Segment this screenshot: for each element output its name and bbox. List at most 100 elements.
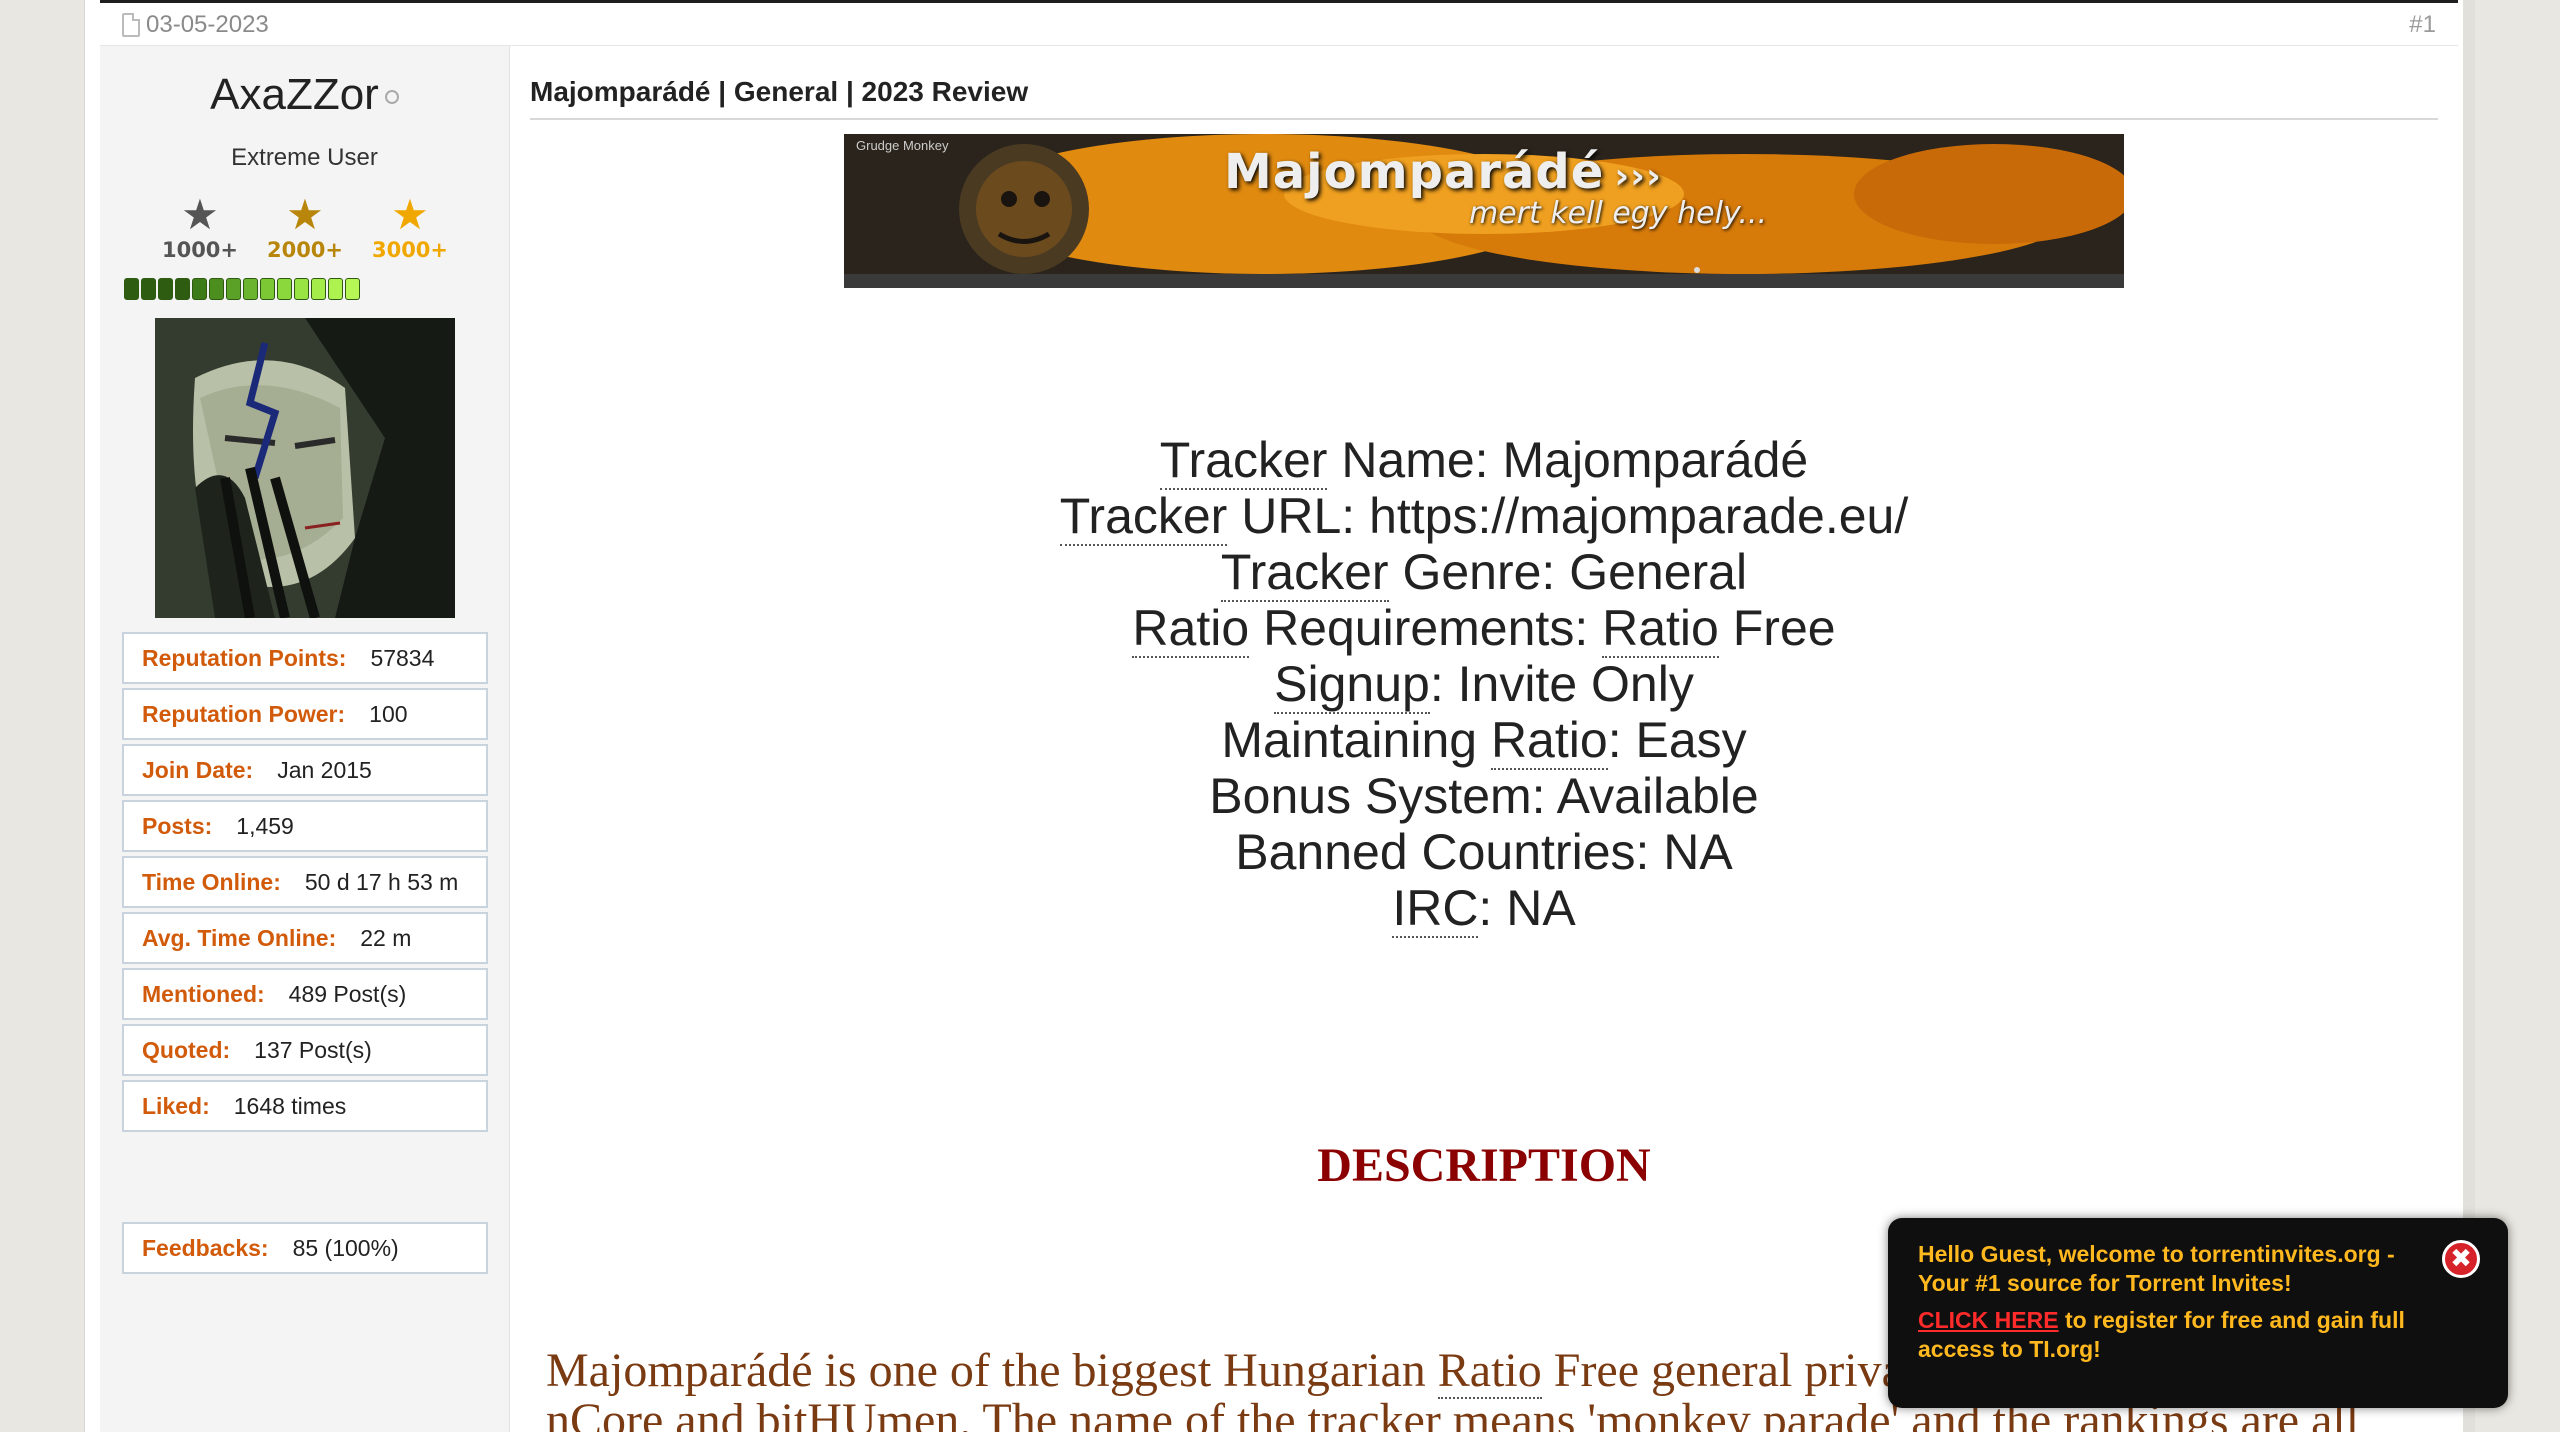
close-icon[interactable]: ✖ [2442,1240,2480,1278]
stat-row[interactable]: Posts: 1,459 [122,800,488,852]
user-sidebar: AxaZZor Extreme User ★ 1000+ ★ 2000+ ★ 3… [100,46,510,1432]
popup-greeting: Hello Guest, welcome to torrentinvites.o… [1918,1241,2395,1296]
username-text[interactable]: AxaZZor [210,70,379,119]
reputation-segment [209,278,224,300]
ratio-requirements-line: Ratio Requirements: Ratio Free [530,600,2438,658]
badge-2000: ★ 2000+ [255,191,355,263]
reputation-segment [311,278,326,300]
term-link[interactable]: Ratio [1132,600,1250,658]
tracker-genre: General [1569,544,1748,600]
term-link[interactable]: Signup [1274,656,1430,714]
stat-value: 50 d 17 h 53 m [304,868,459,895]
offline-status-icon [384,90,399,105]
stat-row[interactable]: Quoted: 137 Post(s) [122,1024,488,1076]
badge-3000: ★ 3000+ [360,194,460,263]
term-link[interactable]: Tracker [1059,488,1228,546]
stat-value: 22 m [360,924,412,951]
stat-label: Posts: [142,812,213,839]
avatar[interactable] [155,318,455,618]
stat-row[interactable]: Time Online: 50 d 17 h 53 m [122,856,488,908]
tracker-url: https://majomparade.eu/ [1369,488,1909,544]
post-header: 03-05-2023 #1 [100,3,2458,46]
stat-row[interactable]: Join Date: Jan 2015 [122,744,488,796]
reputation-segment [226,278,241,300]
stat-label: Reputation Power: [142,700,346,727]
info-label: Maintaining [1221,712,1491,768]
reputation-segment [158,278,173,300]
reputation-bar [124,278,360,300]
stat-value: 489 Post(s) [288,980,407,1007]
stat-row[interactable]: Avg. Time Online: 22 m [122,912,488,964]
stat-value: 1,459 [236,812,294,839]
stat-row[interactable]: Reputation Power: 100 [122,688,488,740]
tracker-url-line: Tracker URL: https://majomparade.eu/ [530,488,2438,546]
stat-row[interactable]: Liked: 1648 times [122,1080,488,1132]
badge-label: 3000+ [371,238,449,262]
guest-welcome-popup: Hello Guest, welcome to torrentinvites.o… [1888,1218,2508,1408]
banner-arrows: ››› [1614,156,1662,197]
reputation-segment [175,278,190,300]
tracker-banner[interactable]: Grudge Monkey Majomparádé ››› mert kell e… [844,134,2124,288]
term-link[interactable]: Ratio [1437,1344,1542,1399]
stat-value: Jan 2015 [277,756,372,783]
document-icon [122,13,140,37]
reputation-segment [124,278,139,300]
reputation-segment [260,278,275,300]
banner-tag: Grudge Monkey [856,138,949,153]
banner-dot [1694,267,1700,273]
post-date-wrap: 03-05-2023 [122,11,269,39]
badge-label: 1000+ [161,238,239,262]
irc-line: IRC: NA [530,880,2438,938]
term-link[interactable]: Tracker [1220,544,1389,602]
stat-label: Liked: [142,1092,210,1119]
stat-value: 1648 times [233,1092,347,1119]
achievement-badges: ★ 1000+ ★ 2000+ ★ 3000+ [150,191,460,263]
stat-value: 137 Post(s) [254,1036,372,1063]
stat-row[interactable]: Mentioned: 489 Post(s) [122,968,488,1020]
popup-text: Hello Guest, welcome to torrentinvites.o… [1918,1240,2438,1364]
info-label: Genre: [1402,544,1570,600]
stat-label: Join Date: [142,756,254,783]
description-heading: DESCRIPTION [1317,1139,1651,1192]
term-link[interactable]: Ratio [1602,600,1719,658]
info-label: URL: [1241,488,1370,544]
signup-value: : Invite Only [1429,656,1694,712]
feedback-row[interactable]: Feedbacks: 85 (100%) [122,1222,488,1274]
stat-row[interactable]: Reputation Points: 57834 [122,632,488,684]
reputation-segment [294,278,309,300]
post-title: Majomparádé | General | 2023 Review [530,76,2438,120]
badge-1000: ★ 1000+ [150,191,250,263]
reputation-segment [328,278,343,300]
banner-title: Majomparádé ››› [1224,144,1662,200]
register-link[interactable]: CLICK HERE [1918,1307,2059,1333]
star-icon: ★ [286,191,324,238]
term-link[interactable]: IRC [1392,880,1479,938]
reputation-segment [192,278,207,300]
feedback-box: Feedbacks: 85 (100%) [122,1222,488,1278]
stat-value: 57834 [370,644,435,671]
term-link[interactable]: Ratio [1490,712,1608,770]
reputation-segment [277,278,292,300]
stat-label: Quoted: [142,1036,231,1063]
tracker-info: Tracker Name: Majomparádé Tracker URL: h… [530,432,2438,938]
stat-label: Avg. Time Online: [142,924,337,951]
post-number-link[interactable]: #1 [2409,11,2436,39]
info-label: Name: [1341,432,1503,488]
tracker-name-line: Tracker Name: Majomparádé [530,432,2438,490]
signup-line: Signup: Invite Only [530,656,2438,714]
stat-value: 85 (100%) [292,1234,399,1261]
post-date: 03-05-2023 [146,11,269,38]
reputation-segment [243,278,258,300]
info-label: Requirements: [1263,600,1603,656]
star-icon: ★ [181,191,219,238]
stat-value: 100 [369,700,408,727]
popup-cta: CLICK HERE to register for free and gain… [1918,1306,2438,1364]
term-link[interactable]: Tracker [1159,432,1328,490]
username[interactable]: AxaZZor [100,70,509,120]
irc-value: : NA [1478,880,1576,936]
stat-label: Mentioned: [142,980,265,1007]
tracker-genre-line: Tracker Genre: General [530,544,2438,602]
avatar-image [155,318,455,618]
stat-label: Reputation Points: [142,644,347,671]
banned-countries-line: Banned Countries: NA [1235,824,1733,880]
